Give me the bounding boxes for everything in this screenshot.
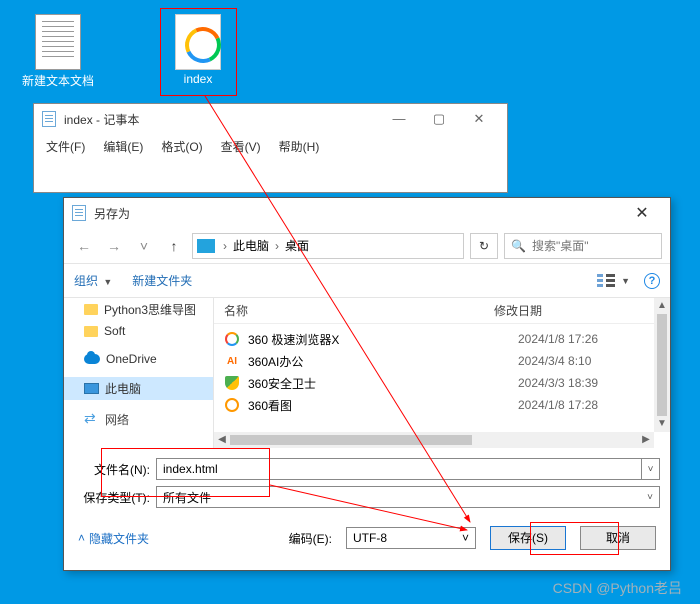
column-name[interactable]: 名称 (224, 302, 494, 319)
chevron-down-icon: ▼ (621, 276, 630, 286)
search-input[interactable]: 🔍 搜索"桌面" (504, 233, 662, 259)
column-headers[interactable]: 名称 修改日期 (214, 298, 670, 324)
chevron-down-icon[interactable]: ˅ (642, 458, 660, 480)
file-icon (224, 331, 240, 347)
new-folder-button[interactable]: 新建文件夹 (132, 272, 192, 289)
pc-icon (84, 383, 99, 394)
filename-input[interactable] (156, 458, 642, 480)
tree-item-folder[interactable]: Soft (64, 321, 213, 341)
tree-item-folder[interactable]: Python3思维导图 (64, 298, 213, 321)
menu-edit[interactable]: 编辑(E) (103, 138, 143, 155)
encoding-label: 编码(E): (289, 530, 332, 547)
cancel-button[interactable]: 取消 (580, 526, 656, 550)
maximize-button[interactable]: ▢ (419, 105, 459, 133)
file-row[interactable]: 360 极速浏览器X2024/1/8 17:26 (214, 328, 670, 350)
chevron-down-icon: ˅ (647, 492, 653, 503)
desktop-icon-index[interactable]: index (162, 14, 234, 86)
notepad-titlebar[interactable]: index - 记事本 — ▢ ✕ (34, 104, 507, 134)
notepad-icon (42, 111, 56, 127)
list-view-icon (597, 274, 615, 288)
file-row[interactable]: AI360AI办公2024/3/4 8:10 (214, 350, 670, 372)
tree-item-this-pc[interactable]: 此电脑 (64, 377, 213, 400)
text-document-icon (35, 14, 81, 70)
file-list[interactable]: 名称 修改日期 360 极速浏览器X2024/1/8 17:26 AI360AI… (214, 298, 670, 448)
network-icon: ⇄ (84, 414, 99, 425)
dialog-title: 另存为 (94, 205, 130, 222)
dialog-footer: ˄隐藏文件夹 编码(E): UTF-8 ˅ 保存(S) 取消 (64, 518, 670, 562)
desktop-icon-text-document[interactable]: 新建文本文档 (22, 14, 94, 89)
toolbar: 组织 ▼ 新建文件夹 ▼ ? (64, 264, 670, 298)
menu-file[interactable]: 文件(F) (46, 138, 85, 155)
filename-label: 文件名(N): (74, 461, 156, 478)
horizontal-scrollbar[interactable]: ◀▶ (214, 432, 654, 448)
notepad-editor[interactable] (34, 159, 507, 189)
nav-forward-button[interactable]: → (102, 234, 126, 258)
minimize-button[interactable]: — (379, 105, 419, 133)
chevron-right-icon: › (271, 239, 283, 253)
file-row[interactable]: 360看图2024/1/8 17:28 (214, 394, 670, 416)
filetype-select[interactable]: 所有文件 ˅ (156, 486, 660, 508)
dialog-titlebar[interactable]: 另存为 ✕ (64, 198, 670, 228)
onedrive-icon (84, 354, 100, 364)
watermark: CSDN @Python老吕 (553, 578, 682, 598)
view-mode-button[interactable]: ▼ (597, 274, 630, 288)
notepad-window: index - 记事本 — ▢ ✕ 文件(F) 编辑(E) 格式(O) 查看(V… (33, 103, 508, 193)
chevron-right-icon: › (219, 239, 231, 253)
file-icon (224, 397, 240, 413)
form-area: 文件名(N): ˅ 保存类型(T): 所有文件 ˅ (64, 448, 670, 518)
filetype-label: 保存类型(T): (74, 489, 156, 506)
content-area: Python3思维导图 Soft OneDrive 此电脑 ⇄网络 名称 修改日… (64, 298, 670, 448)
pc-icon (197, 239, 215, 253)
tree-item-network[interactable]: ⇄网络 (64, 408, 213, 431)
menu-help[interactable]: 帮助(H) (279, 138, 320, 155)
folder-tree[interactable]: Python3思维导图 Soft OneDrive 此电脑 ⇄网络 (64, 298, 214, 448)
search-placeholder: 搜索"桌面" (532, 237, 589, 254)
refresh-button[interactable]: ↻ (470, 233, 498, 259)
menu-format[interactable]: 格式(O) (161, 138, 202, 155)
organize-menu[interactable]: 组织 ▼ (74, 272, 112, 289)
column-date[interactable]: 修改日期 (494, 302, 542, 319)
hide-folders-toggle[interactable]: ˄隐藏文件夹 (78, 530, 149, 547)
notepad-icon (72, 205, 86, 221)
nav-back-button[interactable]: ← (72, 234, 96, 258)
nav-history-button[interactable]: ˅ (132, 234, 156, 258)
desktop-icon-label: index (162, 72, 234, 86)
file-icon (224, 375, 240, 391)
close-button[interactable]: ✕ (459, 105, 499, 133)
chevron-up-icon: ˄ (78, 531, 85, 545)
save-as-dialog: 另存为 ✕ ← → ˅ ↑ › 此电脑 › 桌面 ↻ 🔍 搜索"桌面" 组织 ▼… (63, 197, 671, 571)
folder-icon (84, 326, 98, 337)
vertical-scrollbar[interactable]: ▲▼ (654, 298, 670, 432)
encoding-select[interactable]: UTF-8 ˅ (346, 527, 476, 549)
crumb-this-pc[interactable]: 此电脑 (233, 237, 269, 254)
file-rows: 360 极速浏览器X2024/1/8 17:26 AI360AI办公2024/3… (214, 324, 670, 420)
close-button[interactable]: ✕ (622, 203, 662, 223)
menu-view[interactable]: 查看(V) (221, 138, 261, 155)
chevron-down-icon: ˅ (462, 531, 469, 545)
save-button[interactable]: 保存(S) (490, 526, 566, 550)
chevron-down-icon: ▼ (103, 277, 112, 287)
notepad-menu-bar: 文件(F) 编辑(E) 格式(O) 查看(V) 帮助(H) (34, 134, 507, 159)
search-icon: 🔍 (511, 239, 526, 253)
window-title: index - 记事本 (64, 111, 139, 128)
file-icon: AI (224, 353, 240, 369)
tree-item-onedrive[interactable]: OneDrive (64, 349, 213, 369)
desktop-icon-label: 新建文本文档 (22, 72, 94, 89)
nav-up-button[interactable]: ↑ (162, 234, 186, 258)
help-button[interactable]: ? (644, 273, 660, 289)
crumb-desktop[interactable]: 桌面 (285, 237, 309, 254)
browser-file-icon (175, 14, 221, 70)
breadcrumb[interactable]: › 此电脑 › 桌面 (192, 233, 464, 259)
file-row[interactable]: 360安全卫士2024/3/3 18:39 (214, 372, 670, 394)
folder-icon (84, 304, 98, 315)
navigation-bar: ← → ˅ ↑ › 此电脑 › 桌面 ↻ 🔍 搜索"桌面" (64, 228, 670, 264)
